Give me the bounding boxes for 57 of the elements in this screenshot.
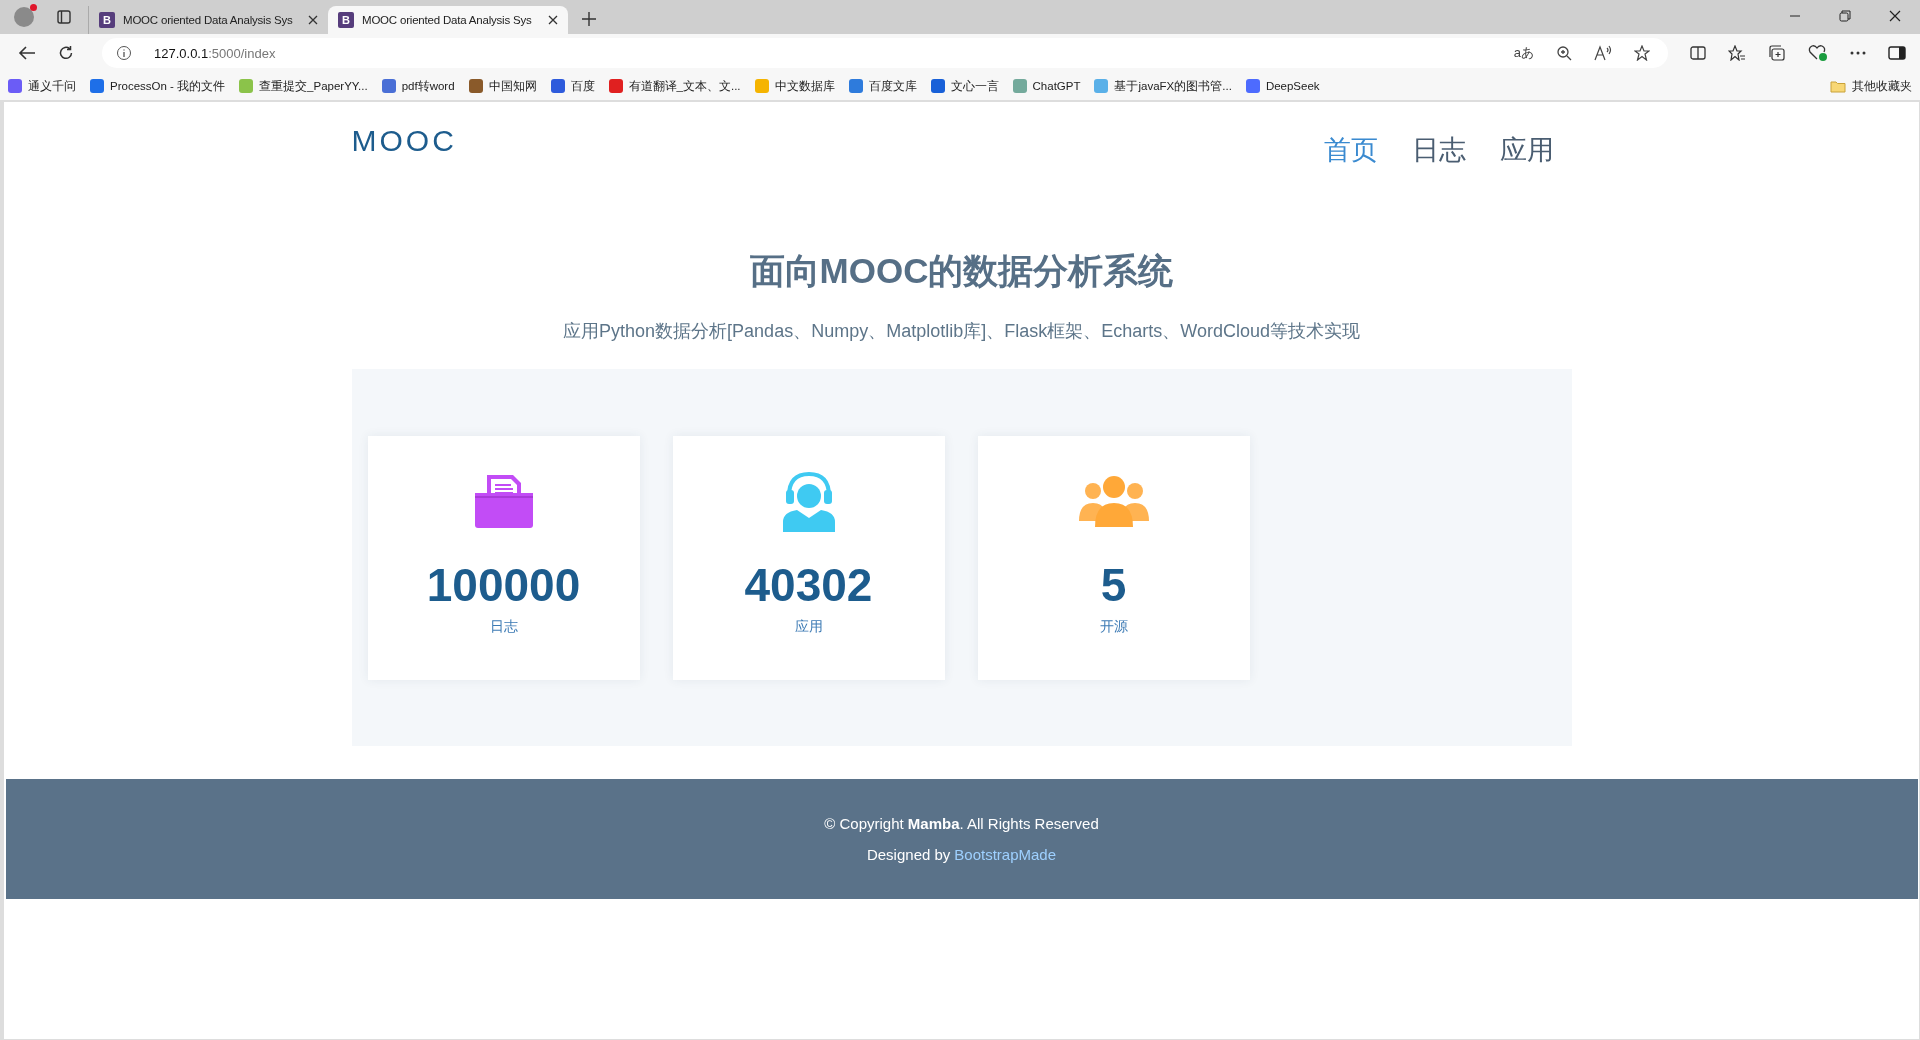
bookmark-item[interactable]: 通义千问	[8, 78, 76, 94]
new-tab-icon[interactable]	[582, 12, 596, 26]
close-icon[interactable]	[548, 15, 558, 25]
browser-tab[interactable]: B MOOC oriented Data Analysis Sys	[328, 6, 568, 34]
zoom-in-icon[interactable]	[1556, 45, 1572, 61]
copyright-text: © Copyright Mamba. All Rights Reserved	[824, 815, 1099, 832]
refresh-icon[interactable]	[58, 45, 74, 61]
bookmark-item[interactable]: ChatGPT	[1012, 79, 1081, 93]
sidebar-icon[interactable]	[1888, 45, 1906, 61]
info-icon[interactable]	[116, 45, 132, 61]
bookmark-item[interactable]: DeepSeek	[1245, 79, 1320, 93]
address-field[interactable]: 127.0.0.1:5000/index aあ	[102, 38, 1668, 68]
stat-label: 日志	[489, 617, 518, 636]
collections-icon[interactable]	[1768, 45, 1786, 61]
designed-by-text: Designed by	[866, 846, 951, 863]
site-logo[interactable]: MOOC	[351, 124, 457, 158]
site-favicon: B	[338, 12, 354, 28]
heart-check-icon[interactable]	[1808, 44, 1828, 62]
bookmark-folder[interactable]: 其他收藏夹	[1830, 78, 1912, 94]
bookmark-item[interactable]: ProcessOn - 我的文件	[90, 78, 226, 94]
nav-link[interactable]: 日志	[1411, 132, 1466, 168]
stat-label: 开源	[1099, 617, 1128, 636]
stat-value: 100000	[426, 557, 581, 612]
site-favicon: B	[99, 12, 115, 28]
bookmark-item[interactable]: 文心一言	[930, 78, 999, 94]
tab-title: MOOC oriented Data Analysis Sys	[123, 14, 294, 26]
read-aloud-icon[interactable]	[1594, 45, 1612, 61]
profile-avatar-icon[interactable]	[14, 7, 34, 27]
stat-label: 应用	[794, 617, 823, 636]
bookmark-item[interactable]: 查重提交_PaperYY...	[239, 78, 368, 94]
headset-person-icon	[780, 469, 837, 532]
nav-link[interactable]: 应用	[1499, 132, 1554, 168]
more-icon[interactable]	[1850, 51, 1866, 55]
tab-actions-icon[interactable]	[56, 9, 72, 25]
back-arrow-icon[interactable]	[18, 45, 36, 61]
stat-value: 40302	[744, 557, 873, 612]
restore-icon[interactable]	[1839, 10, 1851, 22]
stat-value: 5	[1100, 557, 1127, 612]
translate-icon[interactable]: aあ	[1513, 44, 1534, 62]
bookmark-item[interactable]: pdf转word	[381, 78, 455, 94]
bookmark-item[interactable]: 有道翻译_文本、文...	[608, 78, 741, 94]
page-subtitle: 应用Python数据分析[Pandas、Numpy、Matplotlib库]、Flask框架、Echarts、WordCloud等技术实现	[563, 320, 1360, 343]
folder-icon	[1830, 79, 1846, 93]
close-icon[interactable]	[1889, 10, 1901, 22]
star-icon[interactable]	[1634, 45, 1650, 61]
bookmark-item[interactable]: 基于javaFX的图书管...	[1094, 78, 1232, 94]
favorites-star-icon[interactable]	[1728, 45, 1746, 61]
bookmark-item[interactable]: 中国知网	[468, 78, 537, 94]
bookmark-item[interactable]: 百度	[550, 78, 595, 94]
split-screen-icon[interactable]	[1690, 45, 1706, 61]
tab-title: MOOC oriented Data Analysis Sys	[362, 14, 533, 26]
close-icon[interactable]	[308, 15, 318, 25]
bookmark-item[interactable]: 百度文库	[848, 78, 917, 94]
nav-link[interactable]: 首页	[1323, 132, 1378, 168]
bookmark-item[interactable]: 中文数据库	[754, 78, 835, 94]
page-title: 面向MOOC的数据分析系统	[749, 250, 1174, 292]
url-text: 127.0.0.1:5000/index	[154, 45, 276, 61]
